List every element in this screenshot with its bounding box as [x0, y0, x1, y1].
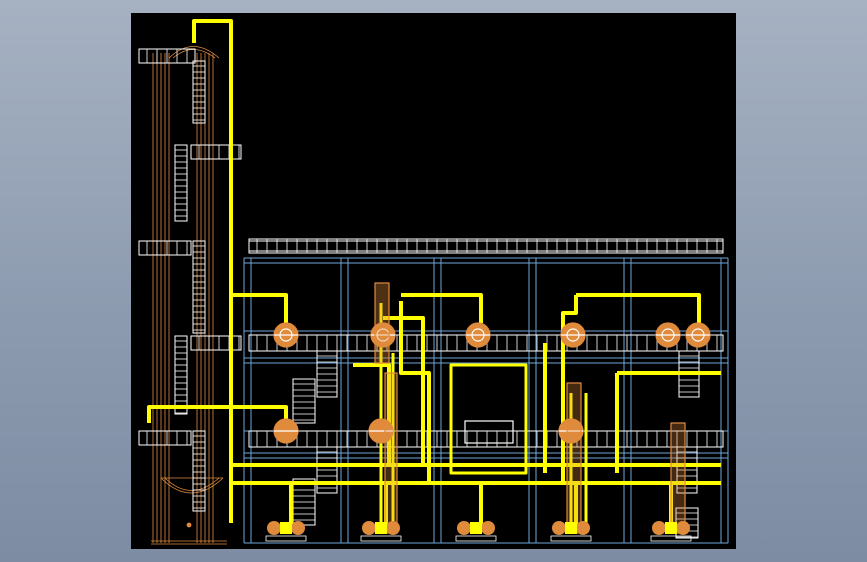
process-piping — [147, 19, 721, 533]
steel-structure — [243, 257, 729, 544]
pump-4 — [550, 521, 592, 542]
cad-model-viewport[interactable] — [131, 13, 736, 549]
plant-3d-drawing — [138, 19, 729, 545]
vessel-station-1-lower — [273, 418, 299, 444]
distillation-column — [151, 46, 227, 545]
vessel-station-5a-upper — [655, 322, 681, 348]
tall-vessel-station-5 — [670, 422, 686, 534]
pump-2 — [360, 521, 402, 542]
vessel-station-1-upper — [273, 322, 299, 348]
pump-3 — [455, 521, 497, 542]
tall-vessel-station-4 — [566, 382, 582, 534]
tall-vessel-station-2b — [384, 372, 398, 534]
horizontal-drum — [464, 420, 514, 444]
vessel-station-5b-upper — [685, 322, 711, 348]
vessel-station-3-upper — [465, 322, 491, 348]
vessel-station-4-upper — [560, 322, 586, 348]
tall-vessel-station-2 — [374, 282, 390, 364]
pump-1 — [265, 521, 307, 542]
pumps-row — [265, 521, 692, 542]
vessels-and-pumps — [273, 282, 711, 534]
